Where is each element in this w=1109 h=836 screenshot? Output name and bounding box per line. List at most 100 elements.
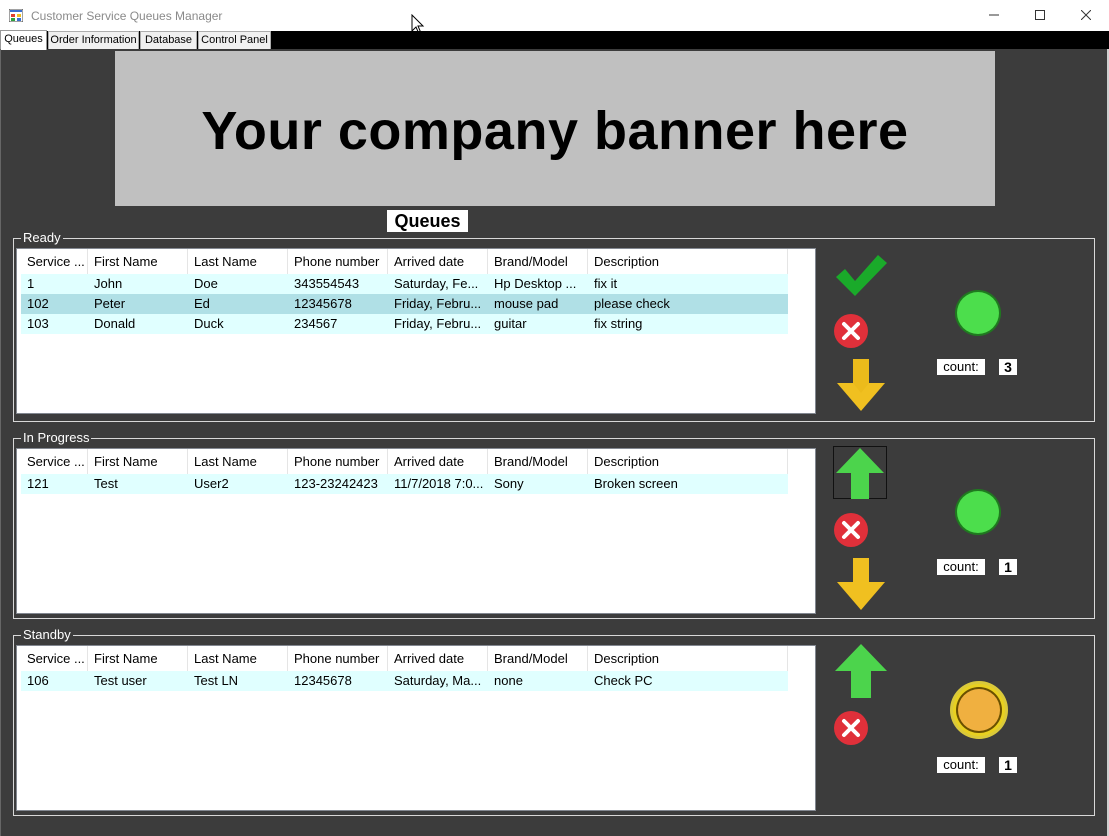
count-value-in-progress: 1 [999,559,1017,575]
minimize-button[interactable] [971,0,1017,31]
count-value-ready: 3 [999,359,1017,375]
table-cell: Broken screen [594,476,678,491]
column-header[interactable]: Phone number [288,449,388,474]
count-label-ready: count: [937,359,985,375]
group-standby: Standby Service ... First Name Last Name Ph… [13,627,1095,816]
table-cell: fix string [594,316,643,331]
table-cell: 102 [27,296,49,311]
table-cell: 123-23242423 [294,476,378,491]
table-cell: none [494,673,523,688]
table-cell: Sony [494,476,524,491]
column-header[interactable]: Arrived date [388,646,488,671]
group-label-standby: Standby [21,627,73,643]
banner-text: Your company banner here [201,100,909,161]
column-header[interactable]: Service ... [21,249,88,274]
column-header[interactable]: Service ... [21,646,88,671]
column-header[interactable]: Brand/Model [488,449,588,474]
company-banner: Your company banner here [115,51,995,206]
table-row[interactable]: 103 Donald Duck 234567 Friday, Febru... guita… [21,314,788,334]
arrow-up-icon[interactable] [833,643,889,699]
column-header[interactable]: Phone number [288,249,388,274]
move-up-button-in-progress[interactable] [833,446,887,499]
maximize-button[interactable] [1017,0,1063,31]
arrow-down-icon[interactable] [833,359,889,413]
column-header[interactable]: Last Name [188,249,288,274]
listview-header: Service ... First Name Last Name Phone numb… [17,646,815,671]
table-cell: 103 [27,316,49,331]
table-cell: Donald [94,316,136,331]
count-value-standby: 1 [999,757,1017,773]
table-cell: mouse pad [494,296,559,311]
table-row[interactable]: 106 Test user Test LN 12345678 Saturday, Ma.… [21,671,788,691]
title-bar[interactable]: Customer Service Queues Manager [0,0,1109,35]
tab-control-panel[interactable]: Control Panel [198,31,271,49]
table-cell: User2 [194,476,229,491]
table-cell: John [94,276,123,291]
tab-queues[interactable]: Queues [0,30,47,50]
table-cell: Test [94,476,118,491]
listview-header: Service ... First Name Last Name Phone numb… [17,249,815,274]
column-header[interactable]: Brand/Model [488,249,588,274]
cancel-icon[interactable] [833,710,869,746]
table-cell: 1 [27,276,35,291]
column-header[interactable]: Description [588,449,788,474]
listview-in-progress[interactable]: Service ... First Name Last Name Phone numb… [16,448,816,614]
arrow-up-icon [836,448,884,499]
table-cell: please check [594,296,670,311]
close-button[interactable] [1063,0,1109,31]
tab-order-information[interactable]: Order Information [48,31,139,49]
column-header[interactable]: Last Name [188,646,288,671]
status-light-ready [955,290,1001,336]
table-cell: Duck [194,316,224,331]
column-header[interactable]: First Name [88,249,188,274]
table-cell: 121 [27,476,49,491]
window-title: Customer Service Queues Manager [31,9,223,23]
column-header[interactable]: Arrived date [388,249,488,274]
column-header[interactable]: First Name [88,646,188,671]
table-cell: Check PC [594,673,653,688]
table-cell: 12345678 [294,673,352,688]
count-label-standby: count: [937,757,985,773]
listview-standby[interactable]: Service ... First Name Last Name Phone numb… [16,645,816,811]
table-row[interactable]: 121 Test User2 123-23242423 11/7/2018 7:0...… [21,474,788,494]
table-cell: 106 [27,673,49,688]
table-cell: Saturday, Fe... [394,276,479,291]
column-header[interactable]: Last Name [188,449,288,474]
queues-title: Queues [387,210,468,232]
table-cell: Hp Desktop ... [494,276,577,291]
status-light-in-progress [955,489,1001,535]
column-header[interactable]: Phone number [288,646,388,671]
group-ready: Ready Service ... First Name Last Name Phon… [13,230,1095,422]
table-row[interactable]: 102 Peter Ed 12345678 Friday, Febru... mouse … [21,294,788,314]
table-cell: Friday, Febru... [394,296,482,311]
app-icon [9,9,23,22]
table-cell: Doe [194,276,218,291]
column-header[interactable]: Service ... [21,449,88,474]
tab-strip: Queues Order Information Database Contro… [0,30,1109,50]
check-icon[interactable] [833,251,889,299]
column-header[interactable]: Description [588,646,788,671]
cancel-icon[interactable] [833,512,869,548]
column-header[interactable]: First Name [88,449,188,474]
tab-database[interactable]: Database [140,31,197,49]
group-in-progress: In Progress Service ... First Name Last Na… [13,430,1095,619]
table-cell: fix it [594,276,618,291]
column-header[interactable]: Brand/Model [488,646,588,671]
table-cell: Test LN [194,673,239,688]
table-cell: Ed [194,296,210,311]
table-cell: 343554543 [294,276,360,291]
listview-header: Service ... First Name Last Name Phone numb… [17,449,815,474]
table-cell: Saturday, Ma... [394,673,482,688]
table-cell: guitar [494,316,527,331]
table-row[interactable]: 1 John Doe 343554543 Saturday, Fe... Hp Deskt… [21,274,788,294]
arrow-down-icon[interactable] [833,558,889,612]
column-header[interactable]: Description [588,249,788,274]
group-label-ready: Ready [21,230,63,246]
column-header[interactable]: Arrived date [388,449,488,474]
table-cell: Friday, Febru... [394,316,482,331]
maximize-icon [1035,10,1045,20]
listview-ready[interactable]: Service ... First Name Last Name Phone numb… [16,248,816,414]
table-cell: 11/7/2018 7:0... [394,476,484,491]
count-label-in-progress: count: [937,559,985,575]
cancel-icon[interactable] [833,313,869,349]
